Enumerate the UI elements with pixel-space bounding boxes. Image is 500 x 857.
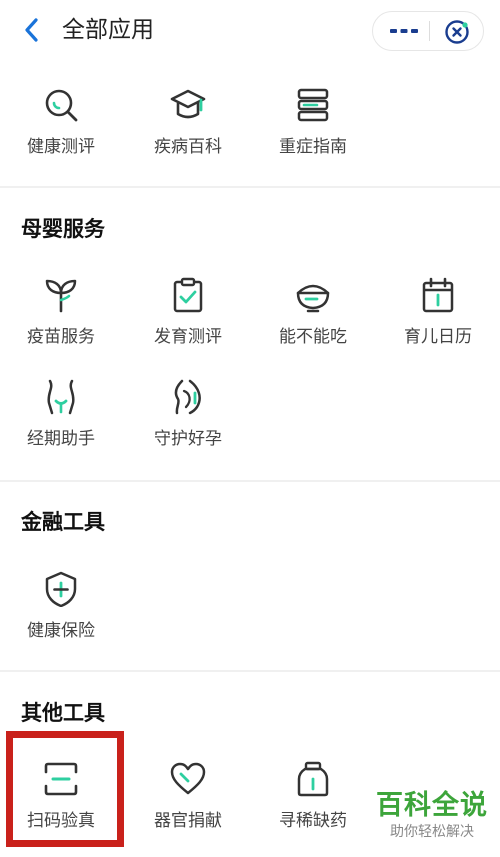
clipboard-check-icon [170, 277, 206, 313]
sprout-icon [43, 277, 79, 313]
app-label: 发育测评 [154, 327, 222, 347]
app-label: 经期助手 [27, 429, 95, 449]
search-magnifier-icon [43, 87, 79, 123]
app-label: 器官捐献 [154, 811, 222, 831]
section-title-maternal: 母婴服务 [21, 217, 105, 241]
app-label: 寻稀缺药 [279, 811, 347, 831]
app-label: 健康保险 [27, 621, 95, 641]
books-stack-icon [295, 87, 331, 123]
section-divider [0, 480, 500, 482]
more-button[interactable] [387, 21, 421, 41]
mini-program-capsule [372, 11, 484, 51]
app-development-assessment[interactable]: 发育测评 [128, 277, 248, 373]
app-parenting-calendar[interactable]: 育儿日历 [378, 277, 498, 373]
watermark: 百科全说 助你轻松解决 [372, 790, 492, 842]
pregnancy-icon [170, 379, 206, 415]
app-label: 健康测评 [27, 137, 95, 157]
section-divider [0, 186, 500, 188]
medicine-bottle-icon [295, 761, 331, 797]
app-severe-guide[interactable]: 重症指南 [253, 87, 373, 183]
app-health-assessment[interactable]: 健康测评 [1, 87, 121, 183]
app-label: 育儿日历 [404, 327, 472, 347]
section-title-finance: 金融工具 [21, 510, 105, 534]
back-button[interactable] [20, 16, 42, 44]
app-label: 守护好孕 [154, 429, 222, 449]
app-label: 能不能吃 [279, 327, 347, 347]
highlight-box [6, 731, 124, 847]
graduation-cap-icon [170, 87, 206, 123]
app-can-i-eat[interactable]: 能不能吃 [253, 277, 373, 373]
food-bowl-icon [295, 277, 331, 313]
header-bar: 全部应用 [0, 0, 500, 62]
shield-plus-icon [43, 571, 79, 607]
section-title-other: 其他工具 [21, 701, 105, 725]
watermark-title: 百科全说 [376, 790, 488, 821]
capsule-divider [429, 21, 430, 41]
section-divider [0, 670, 500, 672]
page-title: 全部应用 [62, 17, 154, 43]
app-organ-donation[interactable]: 器官捐献 [128, 761, 248, 857]
watermark-subtitle: 助你轻松解决 [390, 824, 474, 840]
heart-icon [170, 761, 206, 797]
close-target-icon [445, 20, 469, 44]
app-period-assistant[interactable]: 经期助手 [1, 379, 121, 475]
app-health-insurance[interactable]: 健康保险 [1, 571, 121, 667]
app-find-rare-medicine[interactable]: 寻稀缺药 [253, 761, 373, 857]
chevron-left-icon [25, 18, 38, 42]
app-vaccine-service[interactable]: 疫苗服务 [1, 277, 121, 373]
calendar-icon [420, 277, 456, 313]
body-curve-icon [43, 379, 79, 415]
app-label: 疫苗服务 [27, 327, 95, 347]
app-label: 疾病百科 [154, 137, 222, 157]
app-disease-encyclopedia[interactable]: 疾病百科 [128, 87, 248, 183]
more-dots-icon [390, 29, 418, 33]
app-pregnancy-guard[interactable]: 守护好孕 [128, 379, 248, 475]
close-button[interactable] [444, 19, 470, 45]
app-label: 重症指南 [279, 137, 347, 157]
